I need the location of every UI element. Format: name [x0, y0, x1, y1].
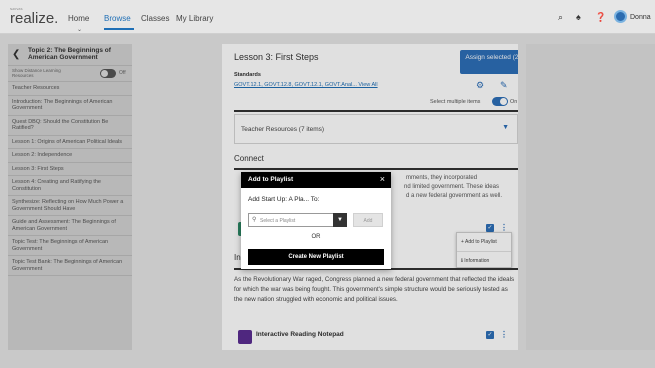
nav-home[interactable]: Home: [68, 14, 89, 23]
add-to-playlist-dialog: Add to Playlist × Add Start Up: A Pla...…: [241, 172, 391, 269]
user-name[interactable]: Donna: [630, 14, 651, 21]
dialog-subtitle: Add Start Up: A Pla... To:: [248, 196, 320, 203]
create-new-playlist-button[interactable]: Create New Playlist: [248, 249, 384, 265]
realize-logo[interactable]: SAVVAS realize.: [10, 7, 58, 27]
top-navigation: SAVVAS realize. ⌄ Home Browse Classes My…: [0, 0, 655, 34]
add-button[interactable]: Add: [353, 213, 383, 227]
help-icon[interactable]: ❓: [595, 12, 606, 23]
avatar[interactable]: [614, 10, 627, 23]
or-separator: OR: [311, 234, 321, 240]
search-icon: ⚲: [252, 217, 257, 223]
close-icon[interactable]: ×: [380, 174, 385, 184]
caret-down-icon[interactable]: ▼: [333, 213, 347, 227]
search-icon[interactable]: ⌕: [558, 12, 563, 23]
dialog-header: Add to Playlist ×: [241, 172, 391, 188]
nav-active-indicator: [104, 28, 134, 30]
nav-browse[interactable]: Browse: [104, 14, 131, 23]
nav-my-library[interactable]: My Library: [176, 14, 213, 23]
chevron-down-icon[interactable]: ⌄: [77, 26, 82, 33]
dialog-title: Add to Playlist: [248, 176, 294, 183]
bell-icon[interactable]: ♠: [576, 12, 581, 22]
playlist-select-placeholder: Select a Playlist: [260, 218, 296, 224]
logo-brand-main: realize.: [10, 10, 59, 27]
nav-classes[interactable]: Classes: [141, 14, 169, 23]
